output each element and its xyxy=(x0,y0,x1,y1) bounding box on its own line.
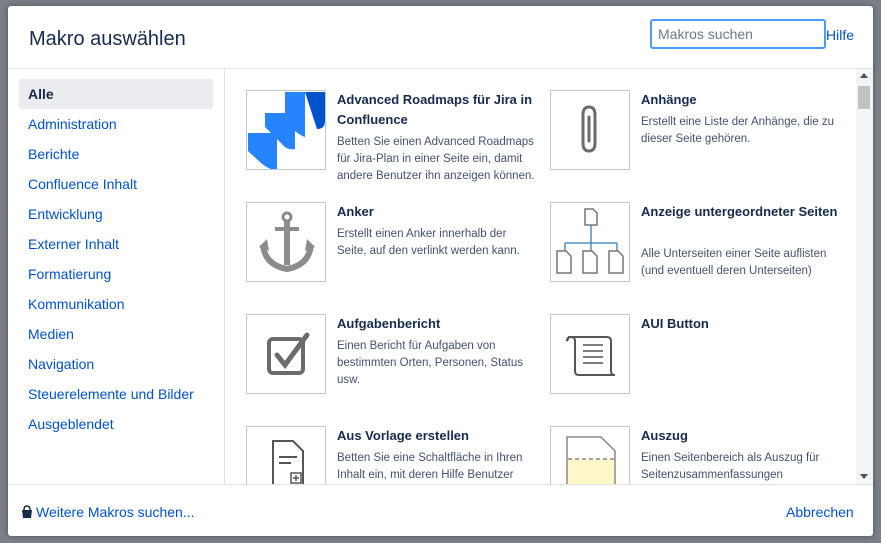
jira-logo-icon xyxy=(246,90,326,170)
sidebar-item-navigation[interactable]: Navigation xyxy=(19,349,213,379)
macro-tile-auszug[interactable]: Auszug Einen Seitenbereich als Auszug fü… xyxy=(550,426,850,484)
sidebar-item-administration[interactable]: Administration xyxy=(19,109,213,139)
sidebar-item-berichte[interactable]: Berichte xyxy=(19,139,213,169)
search-input[interactable] xyxy=(650,19,826,49)
macro-description: Betten Sie einen Advanced Roadmaps für J… xyxy=(337,136,535,182)
scroll-icon xyxy=(550,314,630,394)
macro-description: Alle Unterseiten einer Seite auflisten (… xyxy=(641,248,827,277)
macro-title: AUI Button xyxy=(641,316,709,331)
category-sidebar: Alle Administration Berichte Confluence … xyxy=(8,69,225,484)
macro-tile-aufgabenbericht[interactable]: Aufgabenbericht Einen Bericht für Aufgab… xyxy=(246,314,546,408)
page-tree-icon xyxy=(550,202,630,282)
more-macros-link[interactable]: Weitere Makros suchen... xyxy=(21,504,194,522)
macro-description: Einen Bericht für Aufgaben von bestimmte… xyxy=(337,340,524,386)
cancel-button[interactable]: Abbrechen xyxy=(786,504,854,520)
sidebar-item-externer-inhalt[interactable]: Externer Inhalt xyxy=(19,229,213,259)
dialog-header: Makro auswählen Hilfe xyxy=(8,6,873,69)
dialog-title: Makro auswählen xyxy=(29,28,186,50)
macro-title: Anhänge xyxy=(641,92,697,107)
template-icon xyxy=(246,426,326,484)
macro-description: Erstellt eine Liste der Anhänge, die zu … xyxy=(641,116,835,145)
macro-tile-aui-button[interactable]: AUI Button xyxy=(550,314,850,408)
macro-grid: Advanced Roadmaps für Jira in Confluence… xyxy=(225,69,856,484)
sidebar-item-entwicklung[interactable]: Entwicklung xyxy=(19,199,213,229)
dialog-footer: Weitere Makros suchen... Abbrechen xyxy=(8,484,873,536)
macro-tile-untergeordnete-seiten[interactable]: Anzeige untergeordneter Seiten Alle Unte… xyxy=(550,202,850,296)
scrollbar-thumb[interactable] xyxy=(858,86,870,109)
scroll-down-arrow-icon[interactable] xyxy=(860,474,868,479)
vertical-scrollbar[interactable] xyxy=(856,69,873,484)
sidebar-item-kommunikation[interactable]: Kommunikation xyxy=(19,289,213,319)
sidebar-item-formatierung[interactable]: Formatierung xyxy=(19,259,213,289)
macro-title: Auszug xyxy=(641,428,688,443)
marketplace-bag-icon xyxy=(21,505,33,522)
macro-tile-aus-vorlage[interactable]: Aus Vorlage erstellen Betten Sie eine Sc… xyxy=(246,426,546,484)
macro-description: Erstellt einen Anker innerhalb der Seite… xyxy=(337,228,520,257)
sidebar-item-steuerelemente[interactable]: Steuerelemente und Bilder xyxy=(19,379,213,409)
macro-description: Einen Seitenbereich als Auszug für Seite… xyxy=(641,452,820,481)
help-link[interactable]: Hilfe xyxy=(826,27,854,43)
macro-title: Anker xyxy=(337,204,374,219)
checkbox-icon xyxy=(246,314,326,394)
macro-tile-anhaenge[interactable]: Anhänge Erstellt eine Liste der Anhänge,… xyxy=(550,90,850,184)
excerpt-icon xyxy=(550,426,630,484)
macro-title: Advanced Roadmaps für Jira in Confluence xyxy=(337,92,533,127)
macro-tile-advanced-roadmaps[interactable]: Advanced Roadmaps für Jira in Confluence… xyxy=(246,90,546,184)
macro-description: Betten Sie eine Schaltfläche in Ihren In… xyxy=(337,452,523,481)
macro-tile-anker[interactable]: Anker Erstellt einen Anker innerhalb der… xyxy=(246,202,546,296)
sidebar-item-ausgeblendet[interactable]: Ausgeblendet xyxy=(19,409,213,439)
sidebar-item-confluence-inhalt[interactable]: Confluence Inhalt xyxy=(19,169,213,199)
macro-title: Anzeige untergeordneter Seiten xyxy=(641,204,838,219)
macro-title: Aus Vorlage erstellen xyxy=(337,428,469,443)
macro-title: Aufgabenbericht xyxy=(337,316,441,331)
scroll-up-arrow-icon[interactable] xyxy=(860,73,868,78)
more-macros-label: Weitere Makros suchen... xyxy=(36,504,195,520)
paperclip-icon xyxy=(550,90,630,170)
anchor-icon xyxy=(246,202,326,282)
macro-dialog: Makro auswählen Hilfe Alle Administratio… xyxy=(8,6,873,536)
sidebar-item-medien[interactable]: Medien xyxy=(19,319,213,349)
sidebar-item-alle[interactable]: Alle xyxy=(19,79,213,109)
